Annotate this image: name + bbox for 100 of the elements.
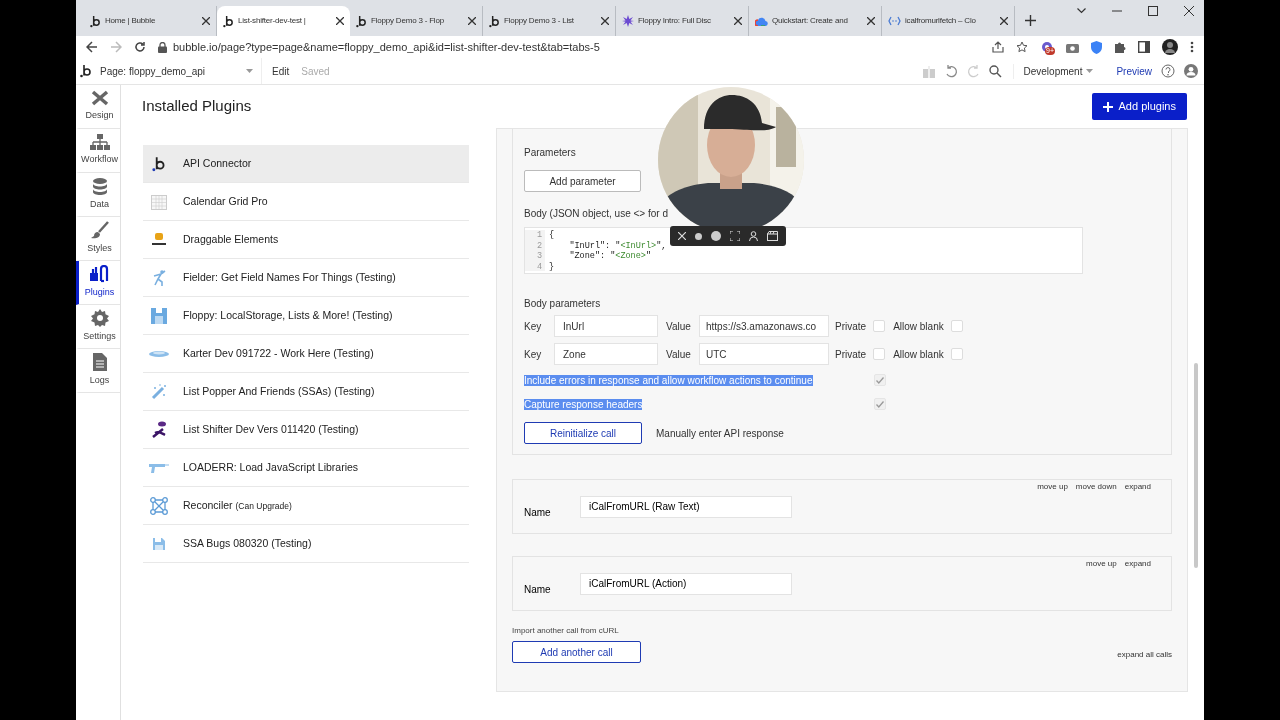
action-link[interactable]: move down <box>1075 481 1117 493</box>
swirl-icon <box>151 420 167 439</box>
code-line: } <box>549 261 556 272</box>
field-label: Key <box>524 347 543 362</box>
add-parameter-button[interactable]: Add parameter <box>524 170 641 192</box>
close-icon[interactable] <box>1000 17 1008 25</box>
maximize-icon[interactable] <box>1148 6 1158 16</box>
scrollbar-thumb[interactable] <box>1194 363 1198 568</box>
field-label: Value <box>665 319 692 334</box>
sidebar-tab[interactable]: Plugins <box>76 261 120 305</box>
action-link[interactable]: expand <box>1124 558 1151 570</box>
code-editor[interactable]: 1 2 3 4 { "InUrl": "<InUrl>", "Zone": "<Zone>" } <box>524 227 1083 274</box>
data-icon <box>92 177 107 195</box>
help-icon[interactable] <box>1161 64 1175 78</box>
close-icon[interactable] <box>202 17 210 25</box>
preview-link[interactable]: Preview <box>1116 63 1152 79</box>
save-icon <box>153 537 165 550</box>
sidebar-tab[interactable]: Logs <box>76 349 120 393</box>
plugin-list-item[interactable]: API Connector <box>143 145 469 183</box>
back-icon[interactable] <box>86 41 98 53</box>
disc-icon <box>149 349 169 358</box>
checkbox[interactable] <box>950 348 963 360</box>
value-field[interactable]: https://s3.amazonaws.co <box>699 315 829 337</box>
action-link[interactable]: move up <box>1086 558 1117 570</box>
edit-menu[interactable]: Edit <box>272 63 290 79</box>
option-label: Include errors in response and allow workflow actions to continue <box>524 374 813 386</box>
checkbox[interactable] <box>874 374 886 386</box>
reinitialize-call-button[interactable]: Reinitialize call <box>524 422 642 444</box>
address-bar-url[interactable]: bubble.io/page?type=page&name=floppy_demo_api&id=list-shifter-dev-test&tab=tabs-5 <box>173 38 600 56</box>
account-icon[interactable] <box>1184 64 1198 78</box>
starburst-icon <box>622 15 634 27</box>
lock-icon <box>158 41 167 53</box>
close-icon[interactable] <box>601 17 609 25</box>
section-label: Body parameters <box>524 297 602 311</box>
code-line: "InUrl": "<InUrl>", <box>568 240 667 251</box>
expand-all-calls-link[interactable]: expand all calls <box>1117 649 1172 663</box>
shield-icon[interactable] <box>1091 40 1102 54</box>
page-dropdown[interactable]: Page: floppy_demo_api <box>100 63 238 79</box>
large-dot-icon[interactable] <box>711 231 722 241</box>
sidebar-tab[interactable]: Design <box>76 85 120 129</box>
value-field[interactable]: UTC <box>699 343 829 365</box>
reload-icon[interactable] <box>134 41 146 53</box>
close-icon[interactable] <box>468 17 476 25</box>
avatar-icon[interactable] <box>1162 39 1178 55</box>
close-icon[interactable] <box>734 17 742 25</box>
fullscreen-icon[interactable] <box>729 231 740 241</box>
close-icon[interactable] <box>1184 6 1194 16</box>
checkbox[interactable] <box>950 320 963 332</box>
action-link[interactable]: move up <box>1037 481 1068 493</box>
key-field[interactable]: InUrl <box>554 315 658 337</box>
field-label: Allow blank <box>893 347 944 362</box>
checkbox[interactable] <box>874 398 886 410</box>
puzzle-icon[interactable] <box>1114 41 1126 53</box>
camera-icon[interactable] <box>1066 41 1079 53</box>
close-icon[interactable] <box>336 17 344 25</box>
field-label: Key <box>524 319 543 334</box>
name-field[interactable]: iCalFromURL (Raw Text) <box>580 495 792 518</box>
blaster-icon <box>149 462 169 473</box>
checkbox[interactable] <box>873 320 886 332</box>
manual-response-link[interactable]: Manually enter API response <box>656 425 784 441</box>
bubble-logo-icon <box>90 14 101 28</box>
line-number: 1 <box>535 230 542 241</box>
undo-icon[interactable] <box>944 64 958 78</box>
bubble-logo-icon <box>356 14 367 28</box>
workflow-icon <box>89 134 110 151</box>
sidebar-icon[interactable] <box>1138 41 1150 53</box>
browser-tab[interactable]: List-shifter-dev-test | <box>217 6 350 36</box>
caret-icon[interactable] <box>1086 69 1094 73</box>
field-label: Name <box>524 506 552 520</box>
field-label: Private <box>835 347 867 362</box>
clapperboard-icon[interactable] <box>766 231 778 241</box>
new-tab-icon[interactable] <box>1025 15 1036 26</box>
brackets-icon <box>888 16 901 26</box>
share-icon[interactable] <box>992 41 1004 53</box>
add-another-call-button[interactable]: Add another call <box>512 641 641 663</box>
search-icon[interactable] <box>988 64 1002 78</box>
mode-dropdown[interactable]: Development <box>1012 63 1094 79</box>
close-icon[interactable] <box>867 17 875 25</box>
extension-icon[interactable] <box>1040 40 1054 54</box>
menu-icon[interactable] <box>1190 41 1194 53</box>
sidebar-tab[interactable]: Settings <box>76 305 120 349</box>
magic-wand-icon <box>151 383 167 400</box>
action-link[interactable]: expand <box>1124 481 1151 493</box>
bubble-logo-icon[interactable] <box>80 64 92 78</box>
add-plugins-button[interactable]: Add plugins <box>1091 93 1187 120</box>
field-label: Allow blank <box>893 319 944 334</box>
person-icon[interactable] <box>748 231 758 241</box>
sidebar-tab[interactable]: Data <box>76 173 120 217</box>
star-icon[interactable] <box>1016 41 1028 53</box>
name-field[interactable]: iCalFromURL (Action) <box>580 572 792 595</box>
bubble-logo-icon <box>489 14 500 28</box>
option-label: Capture response headers <box>524 398 643 410</box>
chevron-down-icon[interactable] <box>1077 8 1086 14</box>
small-dot-icon[interactable] <box>695 232 703 240</box>
checkbox[interactable] <box>873 348 886 360</box>
caret-icon[interactable] <box>246 69 253 73</box>
bubble-logo-icon <box>223 14 234 28</box>
sidebar-tab[interactable]: Workflow <box>76 129 120 173</box>
sidebar-tab[interactable]: Styles <box>76 217 120 261</box>
key-field[interactable]: Zone <box>554 343 658 365</box>
